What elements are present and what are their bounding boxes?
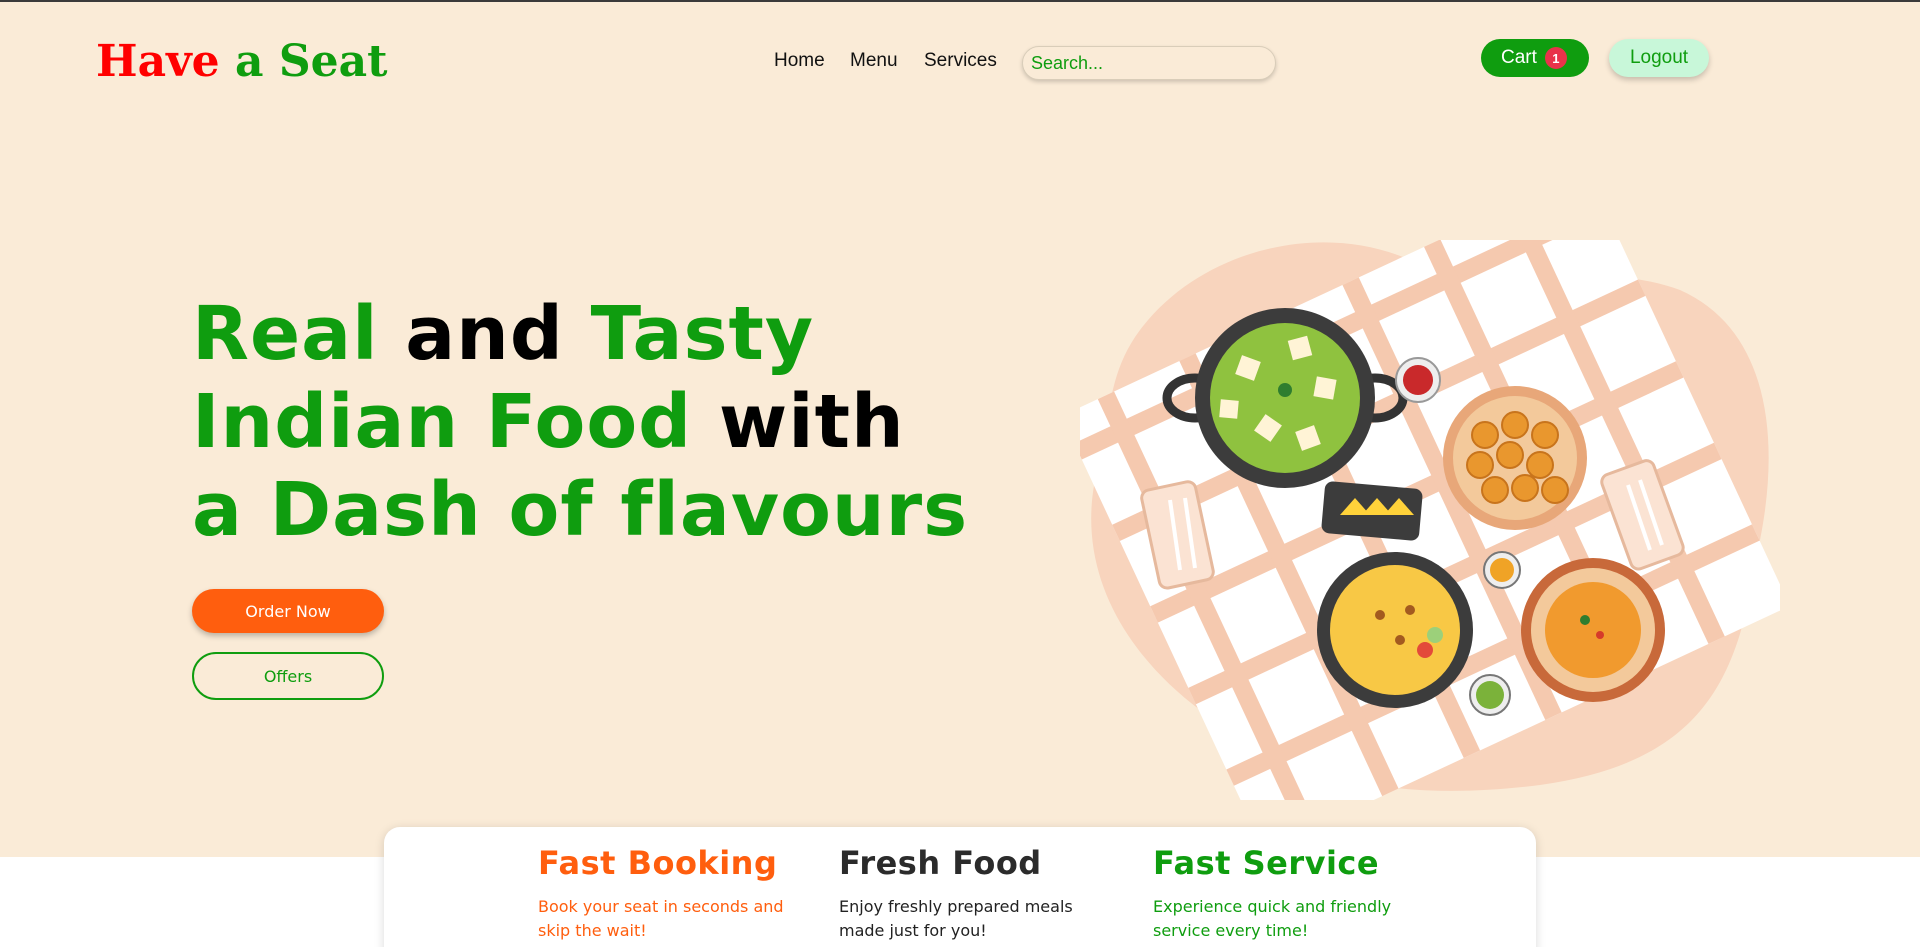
pani-puri-plate <box>1443 386 1587 530</box>
biryani-plate <box>1521 558 1665 702</box>
feature-fast-service: Fast Service Experience quick and friend… <box>1153 843 1403 943</box>
offers-button[interactable]: Offers <box>192 652 384 700</box>
nav-home-link[interactable]: Home <box>774 50 825 72</box>
green-chutney-bowl <box>1469 674 1511 716</box>
headline-indian-food: Indian Food <box>192 379 693 465</box>
cart-label: Cart <box>1501 47 1537 68</box>
headline-word-tasty: Tasty <box>590 291 815 377</box>
headline-word-real: Real <box>192 291 379 377</box>
nav-menu-link[interactable]: Menu <box>850 50 898 72</box>
headline-word-with: with <box>718 379 905 465</box>
lemon-tray <box>1321 481 1423 541</box>
hero-headline: Real and Tasty Indian Food with a Dash o… <box>192 290 968 554</box>
dal-sauce-bowl <box>1483 551 1521 589</box>
order-now-button[interactable]: Order Now <box>192 589 384 633</box>
ketchup-bowl <box>1395 357 1441 403</box>
brand-logo-part2: a Seat <box>234 36 388 87</box>
brand-logo[interactable]: Have a Seat <box>96 36 387 87</box>
headline-dash-of-flavours: a Dash of flavours <box>192 467 969 553</box>
cart-button[interactable]: Cart 1 <box>1481 39 1589 77</box>
feature-description: Experience quick and friendly service ev… <box>1153 897 1392 940</box>
rice-pan <box>1317 552 1473 708</box>
search-input[interactable] <box>1022 46 1276 80</box>
feature-fresh-food: Fresh Food Enjoy freshly prepared meals … <box>839 843 1089 943</box>
food-picnic-illustration <box>1080 240 1780 800</box>
feature-title: Fresh Food <box>839 844 1042 882</box>
feature-description: Enjoy freshly prepared meals made just f… <box>839 897 1073 940</box>
feature-title: Fast Booking <box>538 844 778 882</box>
brand-logo-part1: Have <box>96 36 220 87</box>
headline-word-and: and <box>405 291 564 377</box>
logout-button[interactable]: Logout <box>1609 39 1709 77</box>
feature-title: Fast Service <box>1153 844 1380 882</box>
features-card: Fast Booking Book your seat in seconds a… <box>384 827 1536 947</box>
feature-description: Book your seat in seconds and skip the w… <box>538 897 784 940</box>
cart-count-badge: 1 <box>1544 47 1567 69</box>
feature-fast-booking: Fast Booking Book your seat in seconds a… <box>538 843 788 943</box>
nav-services-link[interactable]: Services <box>924 50 997 72</box>
